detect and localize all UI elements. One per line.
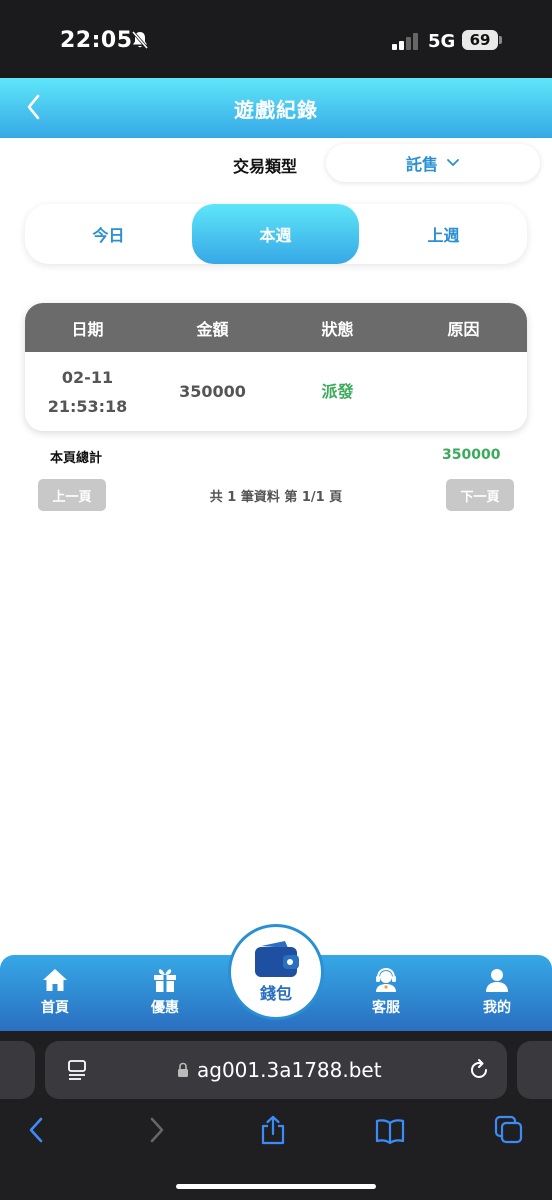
cell-status: 派發 bbox=[321, 382, 354, 401]
lock-icon bbox=[178, 1062, 188, 1077]
nav-support-label: 客服 bbox=[372, 1000, 400, 1016]
nav-wallet-label: 錢包 bbox=[259, 984, 292, 1003]
pagination-info: 共 1 筆資料 第 1/1 頁 bbox=[209, 490, 343, 505]
home-icon bbox=[43, 969, 67, 991]
status-bar: 22:05 5G 69 bbox=[0, 0, 552, 78]
nav-support[interactable]: 客服 bbox=[351, 967, 421, 1025]
battery-tip bbox=[499, 36, 502, 44]
previous-tab-preview[interactable] bbox=[0, 1041, 35, 1099]
nav-home[interactable]: 首頁 bbox=[20, 967, 90, 1025]
transaction-type-value: 託售 bbox=[405, 155, 438, 174]
home-indicator bbox=[176, 1184, 376, 1189]
nav-profile-label: 我的 bbox=[483, 1000, 511, 1016]
cell-time: 21:53:18 bbox=[47, 396, 128, 416]
clock: 22:05 bbox=[60, 28, 133, 53]
page-total-label: 本頁總計 bbox=[50, 451, 103, 466]
page-total-value: 350000 bbox=[442, 447, 501, 463]
url-text: ag001.3a1788.bet bbox=[197, 1058, 382, 1082]
browser-back-icon[interactable] bbox=[22, 1115, 52, 1145]
chevron-down-icon bbox=[447, 159, 459, 166]
address-bar[interactable]: ag001.3a1788.bet bbox=[45, 1041, 507, 1099]
cell-signal-icon bbox=[392, 32, 420, 50]
nav-promotions-label: 優惠 bbox=[151, 1000, 179, 1016]
user-icon bbox=[486, 969, 508, 992]
bell-muted-icon bbox=[131, 31, 149, 49]
tab-today[interactable]: 今日 bbox=[25, 204, 192, 264]
table-row[interactable]: 02-11 21:53:18 350000 派發 bbox=[25, 352, 527, 431]
tab-this-week[interactable]: 本週 bbox=[192, 204, 359, 264]
nav-promotions[interactable]: 優惠 bbox=[130, 967, 200, 1025]
browser-forward-icon[interactable] bbox=[141, 1115, 171, 1145]
next-page-button[interactable]: 下一頁 bbox=[446, 479, 514, 511]
browser-toolbar: ag001.3a1788.bet bbox=[0, 1031, 552, 1200]
reload-icon[interactable] bbox=[467, 1058, 491, 1082]
nav-profile[interactable]: 我的 bbox=[462, 967, 532, 1025]
page-menu-icon[interactable] bbox=[67, 1059, 87, 1081]
transaction-type-select[interactable]: 託售 bbox=[326, 144, 540, 182]
gift-icon bbox=[154, 969, 176, 992]
column-reason: 原因 bbox=[447, 319, 480, 339]
wallet-button-inner: 錢包 bbox=[239, 935, 313, 1009]
app-header: 遊戲紀錄 bbox=[0, 78, 552, 138]
table-header: 日期 金額 狀態 原因 bbox=[25, 303, 527, 352]
nav-home-label: 首頁 bbox=[41, 1000, 69, 1016]
support-agent-icon bbox=[376, 967, 396, 992]
prev-page-button[interactable]: 上一頁 bbox=[38, 479, 106, 511]
records-table: 日期 金額 狀態 原因 02-11 21:53:18 350000 派發 bbox=[25, 303, 527, 431]
network-type: 5G bbox=[428, 31, 456, 52]
period-tabs: 今日 本週 上週 bbox=[25, 204, 527, 264]
cell-amount: 350000 bbox=[179, 382, 246, 401]
page-title: 遊戲紀錄 bbox=[234, 98, 318, 122]
column-amount: 金額 bbox=[196, 319, 229, 339]
bookmarks-icon[interactable] bbox=[375, 1115, 405, 1145]
battery-icon: 69 bbox=[462, 30, 498, 50]
nav-wallet[interactable]: 錢包 bbox=[228, 924, 324, 1020]
tabs-icon[interactable] bbox=[494, 1115, 524, 1145]
next-tab-preview[interactable] bbox=[517, 1041, 552, 1099]
cell-date: 02-11 bbox=[61, 367, 114, 387]
column-status: 狀態 bbox=[321, 319, 354, 339]
transaction-type-label: 交易類型 bbox=[233, 157, 298, 176]
share-icon[interactable] bbox=[258, 1115, 288, 1145]
cell-reason bbox=[401, 352, 526, 431]
column-date: 日期 bbox=[71, 319, 104, 339]
wallet-icon bbox=[255, 941, 299, 977]
cell-datetime: 02-11 21:53:18 bbox=[25, 352, 150, 431]
tab-last-week[interactable]: 上週 bbox=[360, 204, 527, 264]
